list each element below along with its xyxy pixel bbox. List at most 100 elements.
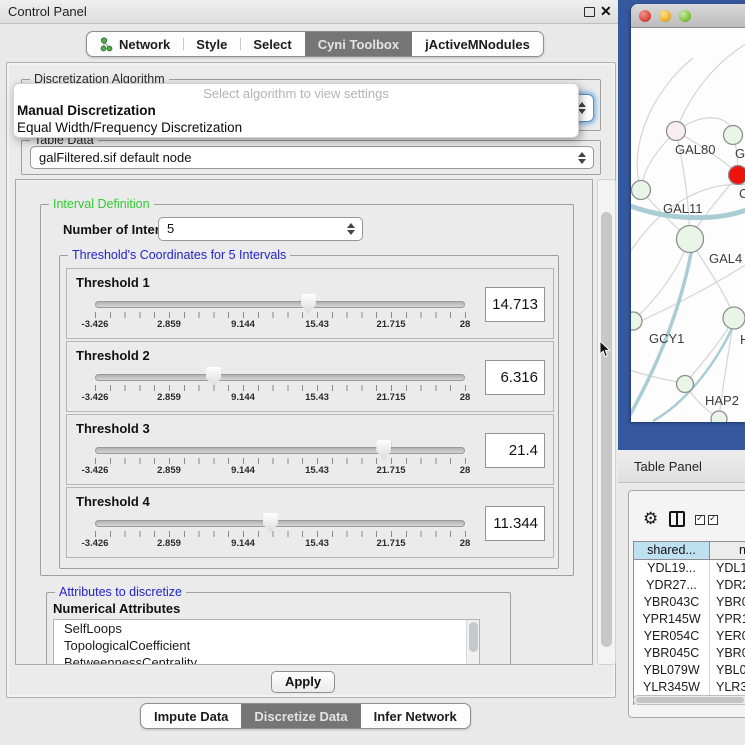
network-window-titlebar[interactable] xyxy=(631,4,745,28)
zoom-traffic-light-icon[interactable] xyxy=(679,10,691,22)
tab-select[interactable]: Select xyxy=(240,32,304,56)
float-window-icon[interactable] xyxy=(584,7,595,17)
numerical-attributes-label: Numerical Attributes xyxy=(53,601,180,616)
number-of-intervals-combo[interactable]: 5 xyxy=(158,217,363,241)
settings-scrollpane: Interval Definition Number of Intervals … xyxy=(15,179,593,665)
table-row[interactable]: YLR345WYLR3 xyxy=(634,679,745,696)
network-node[interactable] xyxy=(631,312,642,330)
top-tabs: Network Style Select Cyni Toolbox jActiv… xyxy=(86,31,544,57)
threshold-slider-thumb[interactable] xyxy=(263,513,278,533)
threshold-slider-thumb[interactable] xyxy=(301,294,316,314)
checkbox-icon[interactable] xyxy=(695,515,705,525)
close-traffic-light-icon[interactable] xyxy=(639,10,651,22)
network-node-label: GCY1 xyxy=(649,331,684,346)
table-row[interactable]: YDR27...YDR2 xyxy=(634,577,745,594)
table-data-group: Table Data galFiltered.sif default node xyxy=(21,140,601,175)
network-node-label: H xyxy=(740,332,745,347)
network-node[interactable] xyxy=(677,376,694,393)
tab-network[interactable]: Network xyxy=(87,32,183,56)
threshold-panel: Threshold 4-3.4262.8599.14415.4321.71528… xyxy=(66,487,554,558)
tab-cyni-toolbox[interactable]: Cyni Toolbox xyxy=(305,32,412,56)
threshold-value-field[interactable]: 11.344 xyxy=(485,506,545,541)
threshold-slider-track[interactable] xyxy=(95,447,465,454)
threshold-slider-track[interactable] xyxy=(95,301,465,308)
tab-jactivemnodules[interactable]: jActiveMNodules xyxy=(412,32,543,56)
table-row[interactable]: YBR043CYBR0 xyxy=(634,594,745,611)
table-header-row: shared... n xyxy=(634,542,745,560)
threshold-tick-labels: -3.4262.8599.14415.4321.71528 xyxy=(95,392,465,404)
attribute-list-item[interactable]: SelfLoops xyxy=(54,620,479,637)
threshold-value-field[interactable]: 6.316 xyxy=(485,360,545,395)
table-row[interactable]: YPR145WYPR1 xyxy=(634,611,745,628)
threshold-slider-track[interactable] xyxy=(95,374,465,381)
network-node[interactable] xyxy=(711,411,727,422)
table-row[interactable]: YBR045CYBR0 xyxy=(634,645,745,662)
algorithm-dropdown: Select algorithm to view settings Manual… xyxy=(13,83,579,138)
network-node[interactable] xyxy=(724,126,743,145)
network-node[interactable] xyxy=(667,122,686,141)
threshold-slider-track[interactable] xyxy=(95,520,465,527)
threshold-label: Threshold 2 xyxy=(76,348,150,363)
interval-definition-title: Interval Definition xyxy=(49,197,154,211)
table-panel-titlebar: Table Panel xyxy=(618,450,745,483)
table-row[interactable]: YDL19...YDL1 xyxy=(634,560,745,577)
network-node-label: GAL4 xyxy=(709,251,742,266)
table-body: YDL19...YDL1YDR27...YDR2YBR043CYBR0YPR14… xyxy=(634,560,745,705)
threshold-value-field[interactable]: 14.713 xyxy=(485,287,545,322)
network-window-region: GAL80GACGAL11GAL4GCY1HHAP2 xyxy=(618,0,745,450)
network-node[interactable] xyxy=(632,181,651,200)
threshold-panel: Threshold 3-3.4262.8599.14415.4321.71528… xyxy=(66,414,554,485)
node-table[interactable]: shared... n YDL19...YDL1YDR27...YDR2YBR0… xyxy=(633,541,745,705)
network-node[interactable] xyxy=(677,226,704,253)
network-node-label: HAP2 xyxy=(705,393,739,408)
table-row[interactable]: YBL079WYBL0 xyxy=(634,662,745,679)
table-row[interactable]: YER054CYER0 xyxy=(634,628,745,645)
table-data-combo[interactable]: galFiltered.sif default node xyxy=(30,146,594,169)
tab-infer-network[interactable]: Infer Network xyxy=(361,704,470,728)
table-horizontal-scrollbar[interactable] xyxy=(633,695,745,705)
network-icon xyxy=(100,37,113,52)
thresholds-group-title: Threshold's Coordinates for 5 Intervals xyxy=(68,248,290,262)
threshold-tick-labels: -3.4262.8599.14415.4321.71528 xyxy=(95,465,465,477)
network-canvas[interactable]: GAL80GACGAL11GAL4GCY1HHAP2 xyxy=(631,28,745,422)
attributes-scrollbar-thumb[interactable] xyxy=(469,622,478,652)
threshold-value-field[interactable]: 21.4 xyxy=(485,433,545,468)
apply-button[interactable]: Apply xyxy=(271,671,335,693)
dropdown-option-equal-width[interactable]: Equal Width/Frequency Discretization xyxy=(14,119,578,136)
tab-impute-data[interactable]: Impute Data xyxy=(141,704,241,728)
dropdown-option-manual[interactable]: Manual Discretization xyxy=(14,102,578,119)
checkbox-icon[interactable] xyxy=(708,515,718,525)
screen: Control Panel ✕ Network Style Select xyxy=(0,0,745,745)
column-header-shared[interactable]: shared... xyxy=(634,542,710,559)
table-scrollbar-thumb[interactable] xyxy=(636,697,744,703)
network-graph: GAL80GACGAL11GAL4GCY1HHAP2 xyxy=(631,28,745,422)
control-panel: Control Panel ✕ Network Style Select xyxy=(0,0,618,745)
attribute-list-item[interactable]: BetweennessCentrality xyxy=(54,654,479,665)
tab-network-label: Network xyxy=(119,37,170,52)
threshold-slider-thumb[interactable] xyxy=(376,440,391,460)
attributes-group: Attributes to discretize Numerical Attri… xyxy=(46,592,511,665)
network-window[interactable]: GAL80GACGAL11GAL4GCY1HHAP2 xyxy=(631,4,745,422)
network-node[interactable] xyxy=(723,307,745,329)
attributes-scrollbar[interactable] xyxy=(466,620,479,665)
control-panel-title: Control Panel xyxy=(8,4,87,19)
control-panel-titlebar: Control Panel ✕ xyxy=(0,0,618,24)
thresholds-group: Threshold's Coordinates for 5 Intervals … xyxy=(59,255,559,569)
gear-icon[interactable]: ⚙ xyxy=(643,509,658,529)
numerical-attributes-list[interactable]: SelfLoopsTopologicalCoefficientBetweenne… xyxy=(53,619,480,665)
settings-vertical-scrollbar[interactable] xyxy=(597,179,616,665)
settings-scrollbar-thumb[interactable] xyxy=(601,212,612,647)
attribute-list-item[interactable]: TopologicalCoefficient xyxy=(54,637,479,654)
tab-style[interactable]: Style xyxy=(183,32,240,56)
threshold-slider-thumb[interactable] xyxy=(206,367,221,387)
close-icon[interactable]: ✕ xyxy=(600,3,612,20)
minimize-traffic-light-icon[interactable] xyxy=(659,10,671,22)
threshold-tick-marks xyxy=(95,312,466,318)
column-layout-icon[interactable] xyxy=(669,511,685,527)
dropdown-hint: Select algorithm to view settings xyxy=(14,84,578,102)
network-node-label: GAL80 xyxy=(675,142,715,157)
combo-stepper-icon xyxy=(346,223,355,235)
tab-discretize-data[interactable]: Discretize Data xyxy=(241,704,360,728)
column-header-name[interactable]: n xyxy=(710,542,745,559)
network-node[interactable] xyxy=(729,166,745,185)
